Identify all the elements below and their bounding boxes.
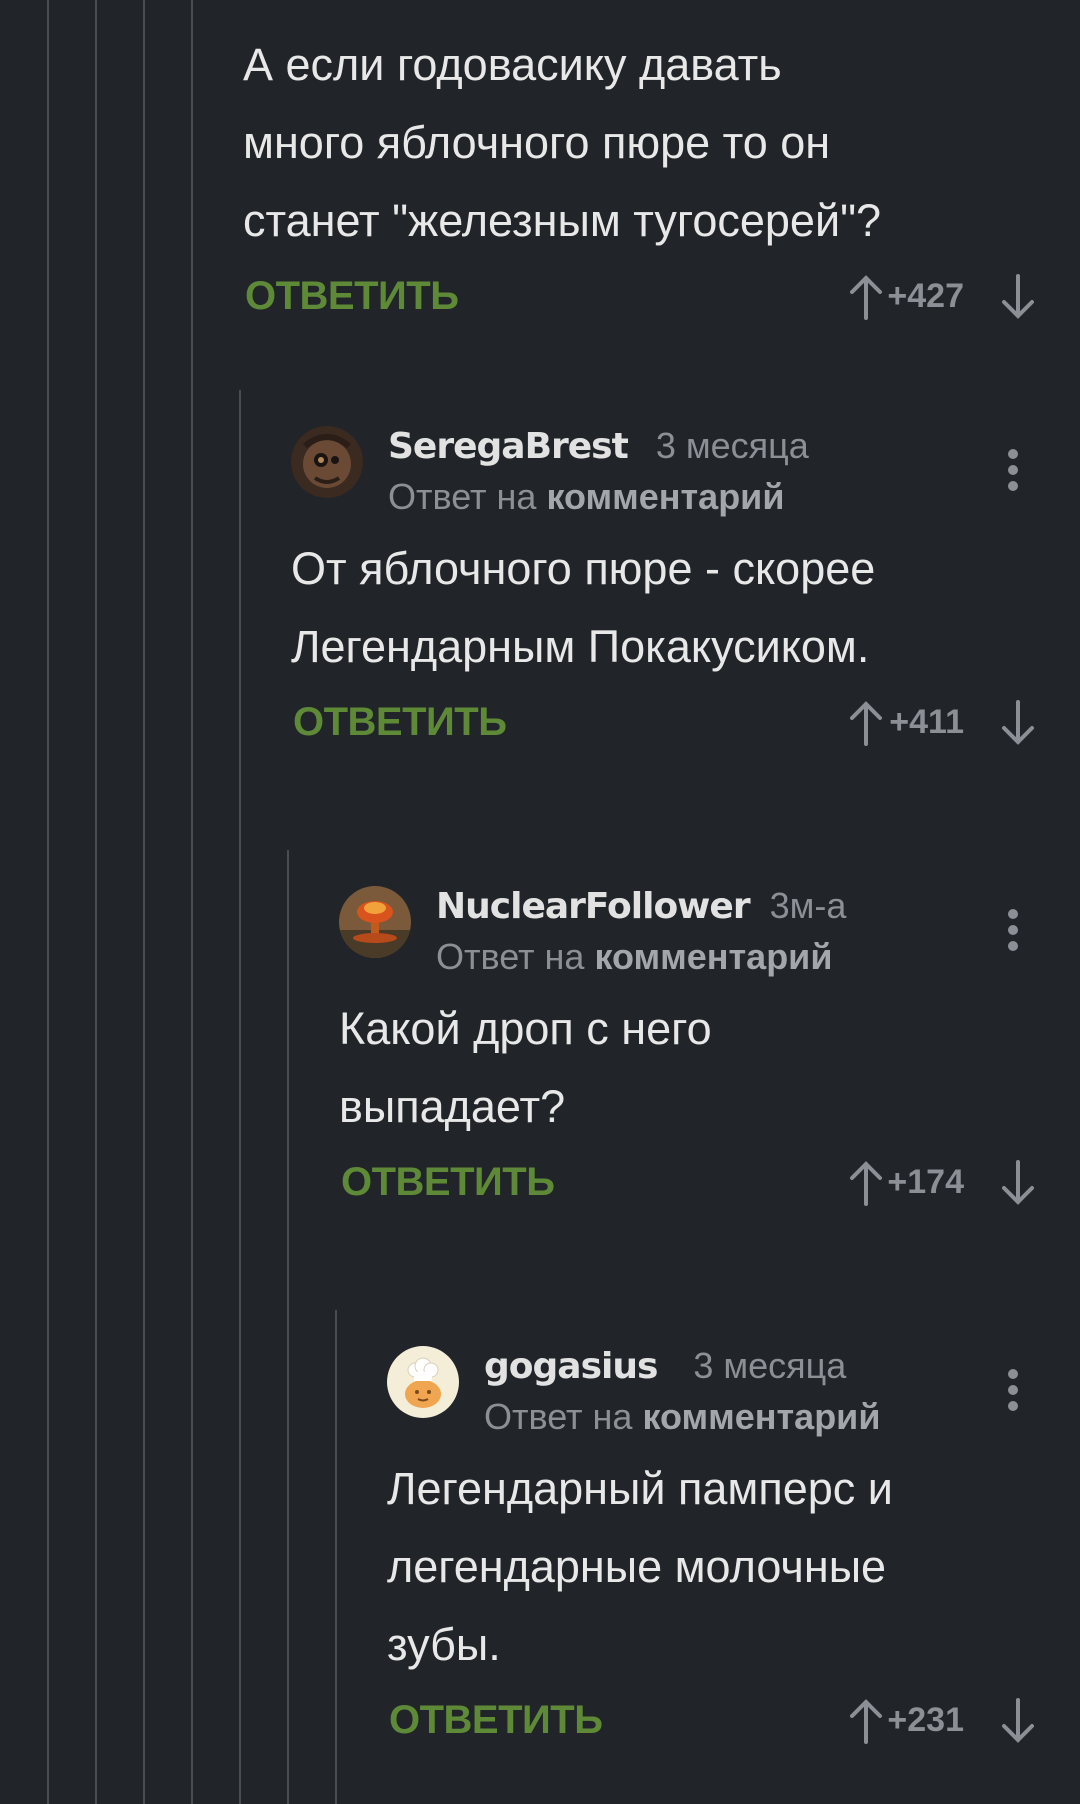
- comment-time[interactable]: 3м-а: [770, 885, 847, 926]
- comment-text: Легендарный памперс и легендарные молочн…: [387, 1463, 893, 1670]
- comment-header: SeregaBrest 3 месяца Ответ на комментарий: [291, 420, 1080, 530]
- thread-line-level-1: [47, 0, 49, 1804]
- author-name[interactable]: NuclearFollower: [436, 886, 751, 927]
- comment-text: Какой дроп с него выпадает?: [339, 1003, 712, 1132]
- more-options-icon[interactable]: [1006, 1368, 1020, 1412]
- rating: +411: [889, 703, 964, 741]
- reply-to-link[interactable]: комментарий: [546, 476, 784, 517]
- comment-header: NuclearFollower 3м-а Ответ на комментарий: [339, 880, 1080, 990]
- reply-button[interactable]: ОТВЕТИТЬ: [245, 266, 459, 326]
- thread-line-level-7: [335, 1310, 337, 1804]
- rating: +427: [887, 277, 964, 315]
- reply-to-prefix: Ответ на: [388, 476, 537, 517]
- comment-actions: ОТВЕТИТЬ +231: [387, 1690, 1080, 1750]
- comment-meta: SeregaBrest 3 месяца Ответ на комментарий: [388, 420, 1020, 522]
- comment-actions: ОТВЕТИТЬ +427: [243, 266, 1080, 326]
- thread-line-level-3: [143, 0, 145, 1804]
- author-name[interactable]: SeregaBrest: [388, 426, 629, 467]
- vote-down-icon[interactable]: [998, 1698, 1038, 1744]
- comment-actions: ОТВЕТИТЬ +174: [339, 1152, 1080, 1212]
- vote-up-icon[interactable]: [846, 1160, 886, 1206]
- user-avatar-mushroom-cloud-icon[interactable]: [339, 886, 411, 958]
- reply-to-prefix: Ответ на: [436, 936, 585, 977]
- user-avatar-chef-icon[interactable]: [387, 1346, 459, 1418]
- reply-button[interactable]: ОТВЕТИТЬ: [341, 1152, 555, 1212]
- thread-line-level-6: [287, 850, 289, 1804]
- more-options-icon[interactable]: [1006, 448, 1020, 492]
- comment-time[interactable]: 3 месяца: [656, 425, 809, 466]
- reply-to-link[interactable]: комментарий: [642, 1396, 880, 1437]
- comment-top: А если годовасику давать много яблочного…: [243, 26, 1080, 326]
- thread-line-level-4: [191, 0, 193, 1804]
- comment-gogasius: gogasius 3 месяца Ответ на комментарий Ле…: [387, 1340, 1080, 1750]
- reply-to-prefix: Ответ на: [484, 1396, 633, 1437]
- reply-button[interactable]: ОТВЕТИТЬ: [293, 692, 507, 752]
- vote-up-icon[interactable]: [846, 1698, 886, 1744]
- comment-actions: ОТВЕТИТЬ +411: [291, 692, 1080, 752]
- vote-down-icon[interactable]: [998, 700, 1038, 746]
- vote-down-icon[interactable]: [998, 274, 1038, 320]
- author-name[interactable]: gogasius: [484, 1346, 658, 1387]
- thread-line-level-5: [239, 390, 241, 1804]
- rating: +231: [887, 1701, 964, 1739]
- comment-meta: NuclearFollower 3м-а Ответ на комментарий: [436, 880, 1020, 982]
- reply-button[interactable]: ОТВЕТИТЬ: [389, 1690, 603, 1750]
- comment-time[interactable]: 3 месяца: [693, 1345, 846, 1386]
- vote-up-icon[interactable]: [846, 700, 886, 746]
- comment-meta: gogasius 3 месяца Ответ на комментарий: [484, 1340, 1020, 1442]
- rating: +174: [887, 1163, 964, 1201]
- comment-text: От яблочного пюре - скорее Легендарным П…: [291, 543, 876, 672]
- vote-down-icon[interactable]: [998, 1160, 1038, 1206]
- reply-to-link[interactable]: комментарий: [594, 936, 832, 977]
- more-options-icon[interactable]: [1006, 908, 1020, 952]
- thread-line-level-2: [95, 0, 97, 1804]
- comment-header: gogasius 3 месяца Ответ на комментарий: [387, 1340, 1080, 1450]
- comment-nuclearfollower: NuclearFollower 3м-а Ответ на комментарий…: [339, 880, 1080, 1212]
- user-avatar-steampunk-icon[interactable]: [291, 426, 363, 498]
- vote-up-icon[interactable]: [846, 274, 886, 320]
- comment-text: А если годовасику давать много яблочного…: [243, 39, 882, 246]
- comment-seregabrest: SeregaBrest 3 месяца Ответ на комментарий…: [291, 420, 1080, 752]
